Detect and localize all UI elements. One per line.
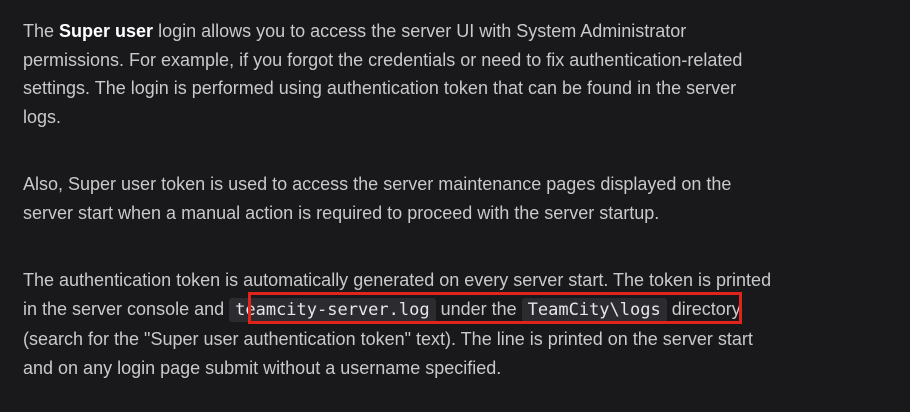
p2-line-1: Also, Super user token is used to access…: [23, 174, 732, 194]
p1-line-4: logs.: [23, 107, 62, 127]
p1-line-1: The Super user login allows you to acces…: [23, 21, 686, 41]
p1-line-3: settings. The login is performed using a…: [23, 78, 737, 98]
p1-line-2: permissions. For example, if you forgot …: [23, 50, 743, 70]
p3-text: in the server console and: [23, 299, 230, 319]
p3-line-3: (search for the "Super user authenticati…: [23, 329, 753, 349]
p1-text: The: [23, 21, 60, 41]
p2-line-2: server start when a manual action is req…: [23, 203, 660, 223]
document-body: The Super user login allows you to acces…: [0, 0, 910, 412]
super-user-bold: Super user: [59, 21, 154, 41]
p3-line-1: The authentication token is automaticall…: [23, 270, 772, 290]
p3-line-4: and on any login page submit without a u…: [23, 358, 502, 378]
highlight-box: [248, 292, 742, 324]
p1-text: login allows you to access the server UI…: [153, 21, 687, 41]
